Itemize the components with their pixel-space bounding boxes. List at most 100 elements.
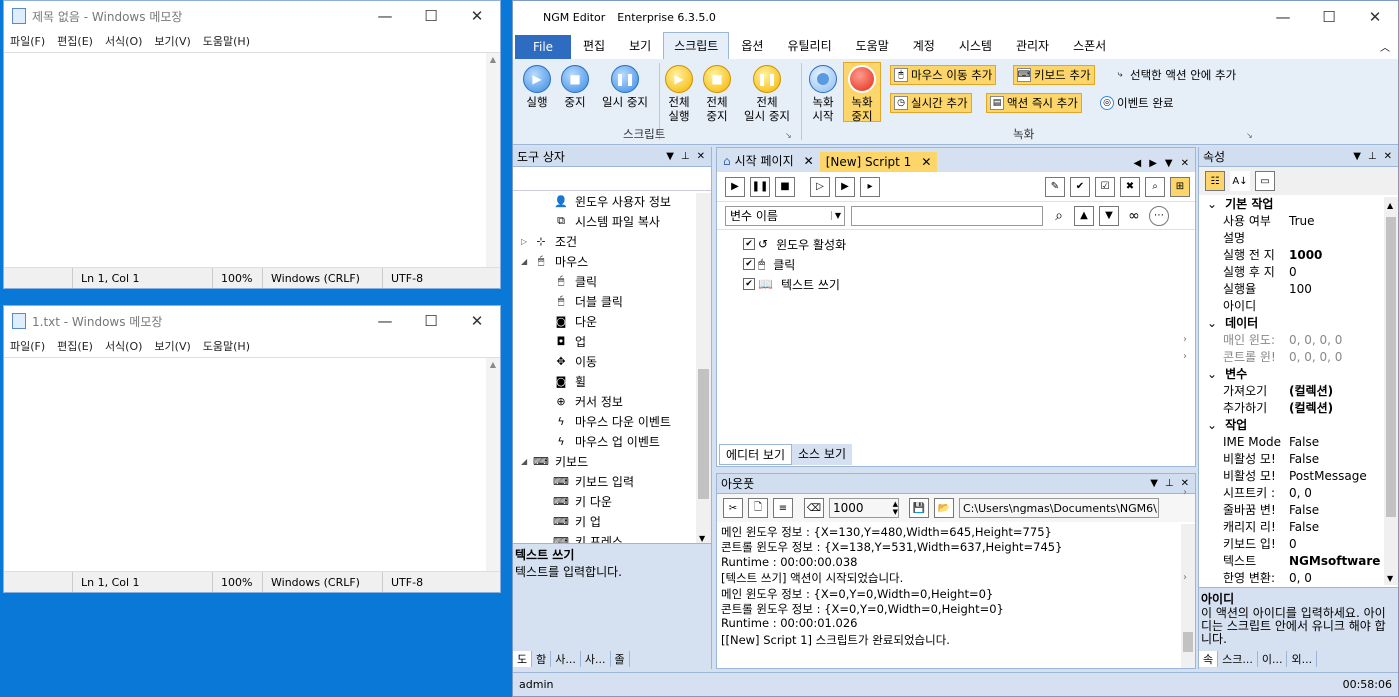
- toolbox-item[interactable]: 🖱 더블 클릭: [513, 291, 711, 311]
- edit-icon[interactable]: ✎: [1045, 176, 1065, 197]
- tab-help[interactable]: 도움말: [844, 37, 901, 59]
- expander-icon[interactable]: ▷: [521, 237, 533, 246]
- property-row[interactable]: IME Mode False: [1199, 433, 1398, 450]
- maximize-icon[interactable]: ☐: [408, 312, 454, 330]
- search-icon[interactable]: ⌕: [1145, 176, 1165, 197]
- property-value[interactable]: 0: [1285, 537, 1297, 551]
- dropdown-icon[interactable]: ▼: [1150, 478, 1158, 489]
- property-value[interactable]: 0, 0, 0, 0: [1285, 333, 1342, 347]
- log-path-input[interactable]: C:\Users\ngmas\Documents\NGM6\: [959, 498, 1159, 518]
- chevron-up-icon[interactable]: ︿: [1380, 39, 1390, 54]
- toolbox-item[interactable]: ϟ 마우스 업 이벤트: [513, 431, 711, 451]
- stop-all-button[interactable]: ■ 전체 중지: [701, 65, 733, 123]
- chevron-down-icon[interactable]: ⌄: [1207, 367, 1217, 381]
- add-realtime-button[interactable]: ◷ 실시간 추가: [890, 93, 972, 113]
- tab-user-functions[interactable]: 사...: [581, 651, 611, 667]
- close-icon[interactable]: ✕: [1352, 8, 1398, 26]
- property-row[interactable]: 줄바꿈 변! False: [1199, 501, 1398, 518]
- action-item[interactable]: ✔ ↺ 윈도우 활성화: [743, 234, 1195, 254]
- close-icon[interactable]: ✕: [454, 312, 500, 330]
- event-complete-button[interactable]: ◎ 이벤트 완료: [1097, 93, 1177, 113]
- clear-log-icon[interactable]: ✂: [723, 498, 743, 518]
- output-scrollbar[interactable]: [1181, 524, 1195, 668]
- save-icon[interactable]: 💾: [909, 498, 929, 518]
- tab-favorites[interactable]: 졸: [611, 651, 630, 667]
- menu-edit[interactable]: 편집(E): [57, 33, 93, 49]
- chevron-right-icon[interactable]: ›: [1183, 572, 1187, 583]
- eraser-icon[interactable]: ⌫: [804, 498, 824, 518]
- chevron-down-icon[interactable]: ⌄: [1207, 316, 1217, 330]
- menu-file[interactable]: 파일(F): [10, 33, 45, 49]
- arrow-down-icon[interactable]: ▼: [1099, 205, 1119, 226]
- play-selected-icon[interactable]: ▶: [835, 176, 855, 197]
- menu-file[interactable]: 파일(F): [10, 338, 45, 354]
- tab-sponsor[interactable]: 스폰서: [1061, 37, 1118, 59]
- property-row[interactable]: 캐리지 리! False: [1199, 518, 1398, 535]
- property-category[interactable]: ⌄ 데이터: [1199, 314, 1398, 331]
- notepad-text-area[interactable]: ▲: [4, 52, 500, 267]
- toolbox-item[interactable]: ▷ ⊹ 조건: [513, 231, 711, 251]
- property-value[interactable]: (컬렉션): [1285, 382, 1333, 399]
- search-icon[interactable]: ⌕: [1049, 205, 1069, 226]
- tab-external[interactable]: 외...: [1287, 651, 1318, 667]
- action-item[interactable]: ✔ 📖 텍스트 쓰기: [743, 274, 1195, 294]
- property-row[interactable]: 비활성 모! False: [1199, 450, 1398, 467]
- tab-file[interactable]: File: [515, 35, 571, 59]
- menu-help[interactable]: 도움말(H): [203, 33, 250, 49]
- minimize-icon[interactable]: —: [1260, 8, 1306, 26]
- chevron-right-icon[interactable]: ›: [1183, 334, 1187, 345]
- run-all-button[interactable]: ▶ 전체 실행: [663, 65, 695, 123]
- chevron-right-icon[interactable]: ›: [1183, 351, 1187, 362]
- close-icon[interactable]: ✕: [454, 7, 500, 25]
- action-item[interactable]: ✔ 🖱 클릭: [743, 254, 1195, 274]
- run-button[interactable]: ▶ 실행: [521, 65, 553, 109]
- delete-icon[interactable]: ✖: [1120, 176, 1140, 197]
- maximize-icon[interactable]: ☐: [408, 7, 454, 25]
- checkbox-checked-icon[interactable]: ✔: [743, 278, 755, 290]
- property-value[interactable]: 0: [1285, 265, 1297, 279]
- variable-select[interactable]: 변수 이름 ▼: [725, 205, 845, 226]
- dropdown-icon[interactable]: ▼: [1353, 151, 1361, 162]
- pin-icon[interactable]: ⊥: [1368, 151, 1377, 162]
- property-row[interactable]: 설명: [1199, 229, 1398, 246]
- stop-icon[interactable]: ■: [775, 176, 795, 197]
- tab-toolbox[interactable]: 도: [513, 651, 533, 667]
- toolbox-scrollbar[interactable]: ▼: [696, 193, 711, 545]
- folder-icon[interactable]: 📂: [934, 498, 954, 518]
- property-value[interactable]: (컬렉션): [1285, 399, 1333, 416]
- checkbox-checked-icon[interactable]: ✔: [743, 238, 755, 250]
- toolbox-item[interactable]: ✥ 이동: [513, 351, 711, 371]
- dialog-launcher-icon[interactable]: ↘: [785, 131, 792, 140]
- tab-user[interactable]: 사...: [551, 651, 581, 667]
- property-value[interactable]: False: [1285, 452, 1319, 466]
- toolbox-item[interactable]: ◢ ⌨ 키보드: [513, 451, 711, 471]
- tab-new-script[interactable]: [New] Script 1 ✕: [819, 152, 938, 172]
- more-icon[interactable]: ⋯: [1149, 205, 1169, 226]
- toolbox-item[interactable]: ⌨ 키 프레스: [513, 531, 711, 544]
- dropdown-icon[interactable]: ▼: [666, 151, 674, 162]
- arrow-up-icon[interactable]: ▲: [1074, 205, 1094, 226]
- play-outline-icon[interactable]: ▷: [810, 176, 830, 197]
- property-pages-icon[interactable]: ▭: [1255, 171, 1275, 191]
- toolbox-item[interactable]: ⌨ 키 업: [513, 511, 711, 531]
- close-icon[interactable]: ✕: [697, 151, 705, 162]
- vertical-scrollbar[interactable]: ▲: [486, 53, 500, 267]
- property-row[interactable]: › 시프트키 : 0, 0: [1183, 484, 1398, 501]
- scroll-right-icon[interactable]: ▶: [1149, 158, 1157, 169]
- tab-images[interactable]: 이...: [1258, 651, 1288, 667]
- tab-options[interactable]: 옵션: [729, 37, 775, 59]
- tab-script[interactable]: 스크립트: [663, 32, 730, 59]
- add-keyboard-button[interactable]: ⌨ 키보드 추가: [1013, 65, 1095, 85]
- toolbox-item[interactable]: ◘ 업: [513, 331, 711, 351]
- add-action-instant-button[interactable]: ▤ 액션 즉시 추가: [986, 93, 1082, 113]
- pin-icon[interactable]: ⊥: [1165, 478, 1174, 489]
- property-value[interactable]: False: [1285, 435, 1319, 449]
- tab-view[interactable]: 보기: [617, 37, 663, 59]
- sort-az-icon[interactable]: A↓: [1230, 171, 1250, 191]
- toolbox-item[interactable]: ⌨ 키보드 입력: [513, 471, 711, 491]
- menu-format[interactable]: 서식(O): [105, 33, 142, 49]
- infinity-icon[interactable]: ∞: [1124, 205, 1144, 226]
- pause-icon[interactable]: ❚❚: [750, 176, 770, 197]
- property-value[interactable]: 100: [1285, 282, 1312, 296]
- property-row[interactable]: 비활성 모! PostMessage: [1199, 467, 1398, 484]
